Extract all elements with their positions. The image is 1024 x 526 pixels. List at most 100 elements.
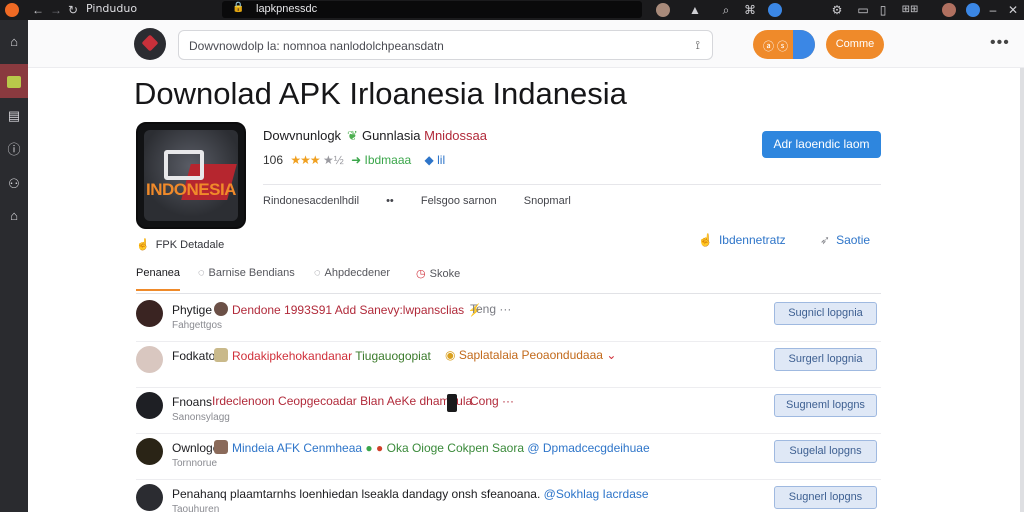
site-header: Dowvnowdolp la: nomnoa nanlodolchpeansda… bbox=[28, 20, 1024, 68]
search-icon[interactable]: ⌕ bbox=[718, 0, 734, 20]
support-button[interactable]: Surgerl lopgnia bbox=[774, 348, 877, 371]
tabs-icon[interactable]: ⊞⊞ bbox=[896, 0, 924, 20]
item-sub: Fahgettgos bbox=[172, 320, 223, 331]
more-menu-icon[interactable]: ••• bbox=[990, 34, 1010, 52]
sync-icon[interactable] bbox=[768, 3, 782, 17]
phone-icon bbox=[447, 394, 461, 413]
share-icon: ➶ bbox=[820, 233, 831, 247]
list-item: Ownloge Tornnorue Mindeia AFK Cenmheaa ●… bbox=[136, 434, 881, 480]
clock-icon: ◷ bbox=[416, 268, 426, 280]
item-name[interactable]: Phytige bbox=[172, 303, 212, 317]
comment-button[interactable]: Comme bbox=[826, 30, 884, 59]
tab-bar: Penanea ◌ Barnise Bendians ◌ Ahpdecdener ◷… bbox=[136, 266, 881, 294]
minimize-icon[interactable]: – bbox=[986, 0, 1000, 20]
list-item: Fodkato Rodakipkehokandanar Tiugauogopia… bbox=[136, 342, 881, 388]
scrollbar[interactable] bbox=[1020, 68, 1024, 512]
login-toggle[interactable]: ⓐ ⓢ bbox=[753, 30, 815, 59]
item-text: Rodakipkehokandanar Tiugauogopiat bbox=[214, 348, 431, 363]
login-toggle-label: ⓐ ⓢ bbox=[763, 41, 789, 53]
support-button[interactable]: Sugnicl lopgnia bbox=[774, 302, 877, 325]
tab-reviews[interactable]: ◌ Barnise Bendians bbox=[198, 267, 295, 279]
list-item: Fnoans Sanonsylagg Irdeclenoon Ceopgecoa… bbox=[136, 388, 881, 434]
chat-icon: ◌ bbox=[314, 267, 321, 279]
apk-details[interactable]: ☝ FPK Detadale bbox=[136, 238, 224, 251]
address-bar[interactable]: 🔒 lapkpnessdc bbox=[222, 1, 642, 18]
downloads-icon[interactable]: ▭ bbox=[856, 0, 870, 20]
like-button[interactable]: ☝ Ibdennetratz bbox=[698, 233, 786, 247]
side-rail: ⌂ ▤ ⓘ ⚇ ⌂ bbox=[0, 20, 28, 512]
app-icon[interactable] bbox=[0, 64, 28, 98]
item-extra: Teng ··· bbox=[470, 302, 512, 316]
extension-icon[interactable]: ⌘ bbox=[742, 0, 758, 20]
item-sub: Tornnorue bbox=[172, 458, 218, 469]
site-logo[interactable] bbox=[134, 28, 166, 60]
item-text: Dendone 1993S91 Add Sanevy:lwpansclias ⚡ bbox=[214, 302, 482, 317]
back-icon[interactable]: ← bbox=[32, 0, 44, 20]
install-button[interactable]: Adr laoendic laom bbox=[762, 131, 881, 158]
users-icon[interactable]: ⚇ bbox=[4, 174, 24, 194]
warning-icon[interactable]: ▲ bbox=[688, 0, 702, 20]
meta-item-1: Rindonesacdenlhdil bbox=[263, 195, 360, 207]
support-button[interactable]: Sugnerl lopgns bbox=[774, 486, 877, 509]
item-sub: Sanonsylagg bbox=[172, 412, 230, 423]
chevron-down-icon: ⌄ bbox=[606, 348, 617, 362]
comment-icon: ◌ bbox=[198, 267, 205, 279]
bookmark-icon[interactable]: ▯ bbox=[876, 0, 890, 20]
close-icon[interactable]: ✕ bbox=[1006, 0, 1020, 20]
document-icon[interactable]: ▤ bbox=[4, 106, 24, 126]
item-name[interactable]: Penahanq plaamtarnhs loenhiedan lseakla … bbox=[172, 487, 649, 501]
item-name[interactable]: Fodkato bbox=[172, 349, 215, 363]
info-icon[interactable]: ⓘ bbox=[4, 140, 24, 160]
tab-stats[interactable]: ◷ Skoke bbox=[416, 267, 460, 280]
developer-name[interactable]: Dowvnunlogk bbox=[263, 128, 341, 143]
reload-icon[interactable]: ↻ bbox=[66, 0, 80, 20]
avatar[interactable] bbox=[136, 392, 163, 419]
item-name[interactable]: Ownloge bbox=[172, 441, 219, 455]
page-title: Downolad APK Irloanesia Indanesia bbox=[134, 76, 627, 111]
meta-line: Rindonesacdenlhdil •• Felsgoo sarnon Sno… bbox=[263, 195, 595, 207]
rating-suffix: ◆ lil bbox=[424, 153, 446, 167]
avatar[interactable] bbox=[136, 484, 163, 511]
like-icon: ☝ bbox=[698, 233, 713, 247]
list-item: Phytige Fahgettgos Dendone 1993S91 Add S… bbox=[136, 296, 881, 342]
login-toggle-blue bbox=[793, 30, 815, 59]
search-input[interactable]: Dowvnowdolp la: nomnoa nanlodolchpeansda… bbox=[178, 30, 713, 60]
item-text: Mindeia AFK Cenmheaa ● ● Oka Oioge Cokpe… bbox=[214, 440, 650, 455]
share-button[interactable]: ➶ Saotie bbox=[820, 233, 870, 247]
list-item: Penahanq plaamtarnhs loenhiedan lseakla … bbox=[136, 480, 881, 526]
browser-toolbar: ← → ↻ Pinduduo 🔒 lapkpnessdc ▲ ⌕ ⌘ ⚙ ▭ ▯… bbox=[0, 0, 1024, 20]
avatar[interactable] bbox=[136, 438, 163, 465]
item-extra: Cong ··· bbox=[470, 394, 515, 408]
item-name[interactable]: Fnoans bbox=[172, 395, 212, 409]
item-sub: Taouhuren bbox=[172, 504, 220, 515]
store-icon[interactable]: ⌂ bbox=[4, 206, 24, 226]
url-text: lapkpnessdc bbox=[256, 3, 318, 15]
emoji-icon: ◉ bbox=[445, 348, 456, 362]
item-text: Irdeclenoon Ceopgecoadar Blan AeKe dhamp… bbox=[212, 394, 473, 408]
account-avatar[interactable] bbox=[942, 3, 956, 17]
lock-icon: 🔒 bbox=[232, 2, 245, 13]
thumb-icon: ☝ bbox=[136, 239, 150, 251]
tab-overview[interactable]: Penanea bbox=[136, 267, 181, 291]
leaf-icon: ❦ bbox=[347, 128, 358, 143]
voice-search-icon[interactable]: ⟟ bbox=[696, 38, 700, 53]
meta-dots: •• bbox=[386, 195, 394, 207]
support-button[interactable]: Sugneml lopgns bbox=[774, 394, 877, 417]
category-name[interactable]: Mnidossaa bbox=[424, 128, 487, 143]
developer-line: Dowvnunlogk ❦ Gunnlasia Mnidossaa bbox=[263, 128, 487, 144]
forward-icon[interactable]: → bbox=[50, 0, 62, 20]
browser-logo-icon[interactable] bbox=[5, 3, 19, 17]
avatar[interactable] bbox=[136, 300, 163, 327]
home-icon[interactable]: ⌂ bbox=[4, 32, 24, 52]
item-text-2: ◉ Saplatalaia Peoaondudaaa ⌄ bbox=[445, 348, 617, 362]
divider bbox=[263, 184, 881, 185]
tab-updates[interactable]: ◌ Ahpdecdener bbox=[314, 267, 390, 279]
app-icon-image: INDONESIA bbox=[136, 122, 246, 229]
avatar[interactable] bbox=[136, 346, 163, 373]
support-button[interactable]: Sugelal lopgns bbox=[774, 440, 877, 463]
profile-avatar[interactable] bbox=[656, 3, 670, 17]
settings-icon[interactable]: ⚙ bbox=[830, 0, 844, 20]
tab-title[interactable]: Pinduduo bbox=[86, 2, 137, 15]
vpn-icon[interactable] bbox=[966, 3, 980, 17]
badge-icon: ● bbox=[376, 441, 384, 455]
